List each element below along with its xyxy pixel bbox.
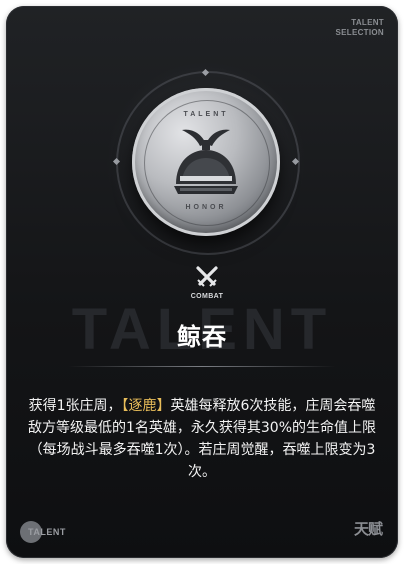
description-highlight: 【逐鹿】 [121,398,171,414]
whale-helmet-icon [174,129,238,194]
title-divider [68,366,336,367]
footer-logo-text: TALENT [28,527,66,537]
corner-label: TALENT SELECTION [336,18,384,38]
crossed-swords-icon [196,266,218,287]
footer-seal: 天赋 [353,520,383,538]
talent-card[interactable]: TALENT SELECTION TALENT HONOR COMBAT TAL… [6,6,398,558]
talent-title: 鲸吞 [177,323,227,351]
description-part1: 获得1张庄周， [28,398,122,414]
corner-label-line2: SELECTION [335,28,384,37]
talent-description: 获得1张庄周，【逐鹿】英雄每释放6次技能，庄周会吞噬敌方等级最低的1名英雄，永久… [24,395,380,483]
corner-label-line1: TALENT [351,18,384,27]
medallion-bottom-text: HONOR [185,204,227,211]
